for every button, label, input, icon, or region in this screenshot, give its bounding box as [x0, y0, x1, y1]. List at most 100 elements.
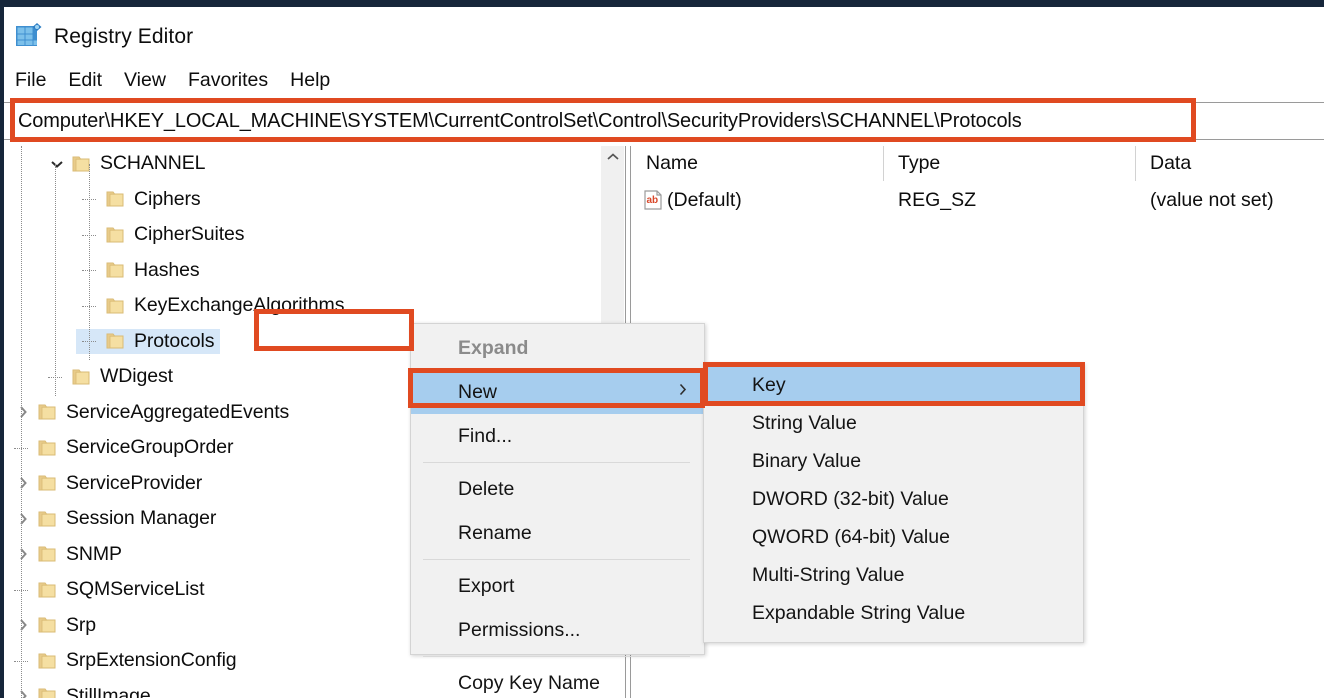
context-menu-item-rename[interactable]: Rename — [411, 511, 704, 555]
submenu-item-dword--32-bit--value[interactable]: DWORD (32-bit) Value — [704, 480, 1083, 518]
context-menu-item-label: Copy Key Name — [458, 671, 600, 694]
chevron-right-icon[interactable] — [10, 689, 36, 698]
table-row[interactable]: ab (Default) REG_SZ (value not set) — [632, 181, 1324, 219]
chevron-right-icon[interactable] — [10, 618, 36, 632]
tree-item-schannel[interactable]: SCHANNEL — [4, 146, 600, 182]
window-chrome-strip — [0, 0, 1324, 7]
value-name-cell: ab (Default) — [632, 189, 884, 212]
svg-text:ab: ab — [647, 195, 659, 206]
tree-item-label: Session Manager — [66, 507, 217, 530]
submenu-item-binary-value[interactable]: Binary Value — [704, 442, 1083, 480]
tree-guide-line — [21, 146, 22, 698]
context-menu-item-delete[interactable]: Delete — [411, 467, 704, 511]
menu-view[interactable]: View — [122, 68, 168, 93]
context-menu-item-new[interactable]: New — [411, 370, 704, 414]
tree-item-ciphersuites[interactable]: CipherSuites — [4, 217, 600, 253]
chevron-down-icon[interactable] — [44, 159, 70, 169]
tree-item-label: SCHANNEL — [100, 152, 206, 175]
folder-icon — [104, 224, 128, 246]
tree-item-label: SQMServiceList — [66, 578, 205, 601]
tree-item-label: ServiceAggregatedEvents — [66, 400, 290, 423]
tree-item-label: SNMP — [66, 542, 122, 565]
tree-item-label: WDigest — [100, 365, 173, 388]
page-title: Registry Editor — [54, 25, 194, 48]
tree-item-label: StillImage — [66, 684, 151, 698]
context-menu-item-label: Permissions... — [458, 618, 581, 641]
tree-item-label: ServiceGroupOrder — [66, 436, 234, 459]
registry-editor-icon — [14, 21, 44, 51]
menu-bar: File Edit View Favorites Help — [4, 64, 1324, 96]
column-header-type[interactable]: Type — [884, 146, 1136, 181]
folder-icon — [36, 437, 60, 459]
column-header-data[interactable]: Data — [1136, 146, 1324, 181]
tree-item-keyexchangealgorithms[interactable]: KeyExchangeAlgorithms — [4, 288, 600, 324]
address-bar[interactable]: Computer\HKEY_LOCAL_MACHINE\SYSTEM\Curre… — [4, 102, 1324, 140]
chevron-right-icon[interactable] — [10, 405, 36, 419]
context-menu-item-copy-key-name[interactable]: Copy Key Name — [411, 661, 704, 698]
menu-help[interactable]: Help — [288, 68, 332, 93]
folder-icon — [104, 330, 128, 352]
tree-guide-line — [55, 164, 56, 396]
menu-separator — [423, 656, 690, 657]
tree-item-label: Protocols — [134, 329, 215, 352]
context-menu-item-permissions[interactable]: Permissions... — [411, 608, 704, 652]
tree-guide-line — [89, 164, 90, 360]
context-menu-item-find[interactable]: Find... — [411, 414, 704, 458]
submenu-item-expandable-string-value[interactable]: Expandable String Value — [704, 594, 1083, 632]
context-menu[interactable]: Expand New Find... Delete Rename Export Permis… — [410, 323, 705, 694]
tree-item-label: Hashes — [134, 258, 200, 281]
column-header-name[interactable]: Name — [632, 146, 884, 181]
registry-editor-window: Registry Editor File Edit View Favorites Hel… — [0, 0, 1324, 698]
menu-separator — [423, 462, 690, 463]
address-bar-path: Computer\HKEY_LOCAL_MACHINE\SYSTEM\Curre… — [18, 110, 1022, 132]
context-menu-item-label: Rename — [458, 521, 532, 544]
value-type-cell: REG_SZ — [898, 188, 977, 211]
context-menu-item-label: Delete — [458, 477, 515, 500]
chevron-right-icon[interactable] — [10, 547, 36, 561]
list-header: Name Type Data — [632, 146, 1324, 181]
title-bar: Registry Editor — [4, 7, 1324, 57]
string-value-icon: ab — [642, 189, 664, 211]
tree-item-label: SrpExtensionConfig — [66, 649, 237, 672]
value-data-cell: (value not set) — [1150, 188, 1274, 211]
folder-icon — [36, 401, 60, 423]
new-submenu[interactable]: Key String Value Binary Value DWORD (32-bit… — [703, 363, 1084, 643]
tree-item-hashes[interactable]: Hashes — [4, 253, 600, 289]
tree-item-label: KeyExchangeAlgorithms — [134, 294, 345, 317]
folder-icon — [36, 685, 60, 698]
folder-icon — [104, 259, 128, 281]
menu-separator — [423, 559, 690, 560]
submenu-item-multi-string-value[interactable]: Multi-String Value — [704, 556, 1083, 594]
context-menu-item-label: Expand — [458, 336, 529, 359]
context-menu-item-label: Export — [458, 574, 515, 597]
chevron-right-icon[interactable] — [10, 512, 36, 526]
tree-item-label: Ciphers — [134, 187, 201, 210]
tree-item-label: ServiceProvider — [66, 471, 203, 494]
context-menu-item-label: New — [458, 380, 498, 403]
menu-file[interactable]: File — [13, 68, 48, 93]
folder-icon — [36, 650, 60, 672]
tree-item-label: Srp — [66, 613, 97, 636]
menu-favorites[interactable]: Favorites — [186, 68, 270, 93]
folder-icon — [36, 579, 60, 601]
folder-icon — [36, 508, 60, 530]
submenu-item-key[interactable]: Key — [704, 366, 1083, 404]
context-menu-item-label: Find... — [458, 424, 513, 447]
tree-item-label: CipherSuites — [134, 223, 245, 246]
submenu-item-string-value[interactable]: String Value — [704, 404, 1083, 442]
folder-icon — [70, 366, 94, 388]
chevron-up-icon[interactable] — [601, 146, 625, 168]
context-menu-item-export[interactable]: Export — [411, 564, 704, 608]
folder-icon — [104, 295, 128, 317]
value-name-text: (Default) — [667, 188, 742, 211]
folder-icon — [70, 153, 94, 175]
folder-icon — [36, 543, 60, 565]
context-menu-item-expand: Expand — [411, 326, 704, 370]
tree-item-ciphers[interactable]: Ciphers — [4, 182, 600, 218]
chevron-right-icon — [678, 383, 687, 402]
folder-icon — [36, 472, 60, 494]
folder-icon — [104, 188, 128, 210]
chevron-right-icon[interactable] — [10, 476, 36, 490]
submenu-item-qword--64-bit--value[interactable]: QWORD (64-bit) Value — [704, 518, 1083, 556]
menu-edit[interactable]: Edit — [66, 68, 104, 93]
